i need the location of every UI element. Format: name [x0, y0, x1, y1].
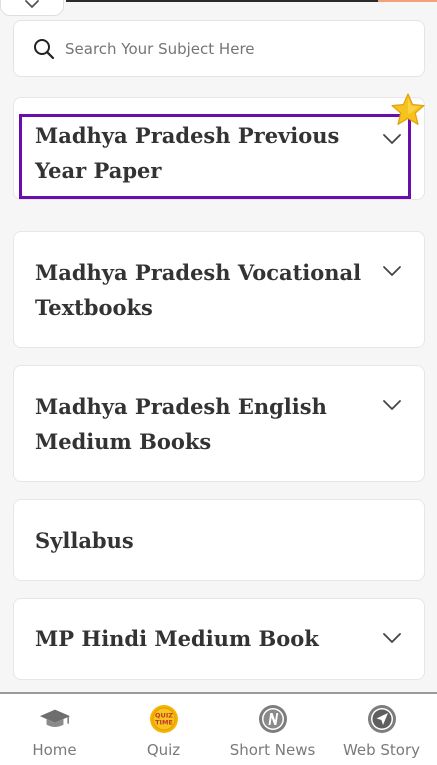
top-strip — [0, 0, 437, 4]
collapse-tab[interactable] — [0, 0, 64, 16]
nav-label: Short News — [229, 741, 316, 759]
quiz-time-icon: QUIZ TIME — [148, 703, 180, 735]
accordion-title: Madhya Pradesh Vocational Textbooks — [35, 260, 362, 320]
chevron-down-icon — [25, 0, 39, 8]
nav-label: Quiz — [146, 741, 181, 759]
star-icon — [391, 93, 425, 126]
nav-quiz[interactable]: QUIZ TIME Quiz — [109, 694, 218, 765]
nav-label: Home — [32, 741, 77, 759]
accordion-hindi-medium-book[interactable]: MP Hindi Medium Book — [13, 598, 425, 680]
accordion-title: MP Hindi Medium Book — [35, 626, 319, 651]
accordion-english-medium-books[interactable]: Madhya Pradesh English Medium Books — [13, 365, 425, 482]
search-box[interactable] — [13, 20, 425, 77]
news-n-icon — [257, 703, 289, 735]
nav-web-story[interactable]: Web Story — [327, 694, 436, 765]
search-input[interactable] — [65, 39, 395, 58]
nav-short-news[interactable]: Short News — [218, 694, 327, 765]
top-accent — [378, 0, 437, 2]
nav-home[interactable]: Home — [0, 694, 109, 765]
bottom-nav: Home QUIZ TIME Quiz Short News Web Story — [0, 692, 437, 765]
accordion-vocational-textbooks[interactable]: Madhya Pradesh Vocational Textbooks — [13, 231, 425, 348]
search-icon — [32, 37, 56, 61]
chevron-down-icon[interactable] — [382, 133, 402, 145]
chevron-down-icon[interactable] — [382, 632, 402, 644]
accordion-title: Madhya Pradesh English Medium Books — [35, 394, 327, 454]
quiz-badge-line2: TIME — [155, 719, 173, 727]
accordion-title: Madhya Pradesh Previous Year Paper — [35, 123, 340, 183]
accordion-previous-year-paper[interactable]: Madhya Pradesh Previous Year Paper — [13, 97, 425, 200]
top-divider — [66, 0, 378, 2]
chevron-down-icon[interactable] — [382, 399, 402, 411]
nav-label: Web Story — [342, 741, 421, 759]
accordion-syllabus[interactable]: Syllabus — [13, 499, 425, 581]
chevron-down-icon[interactable] — [382, 265, 402, 277]
navigation-arrow-icon — [366, 703, 398, 735]
graduation-cap-icon — [39, 703, 71, 735]
accordion-title: Syllabus — [35, 528, 134, 553]
